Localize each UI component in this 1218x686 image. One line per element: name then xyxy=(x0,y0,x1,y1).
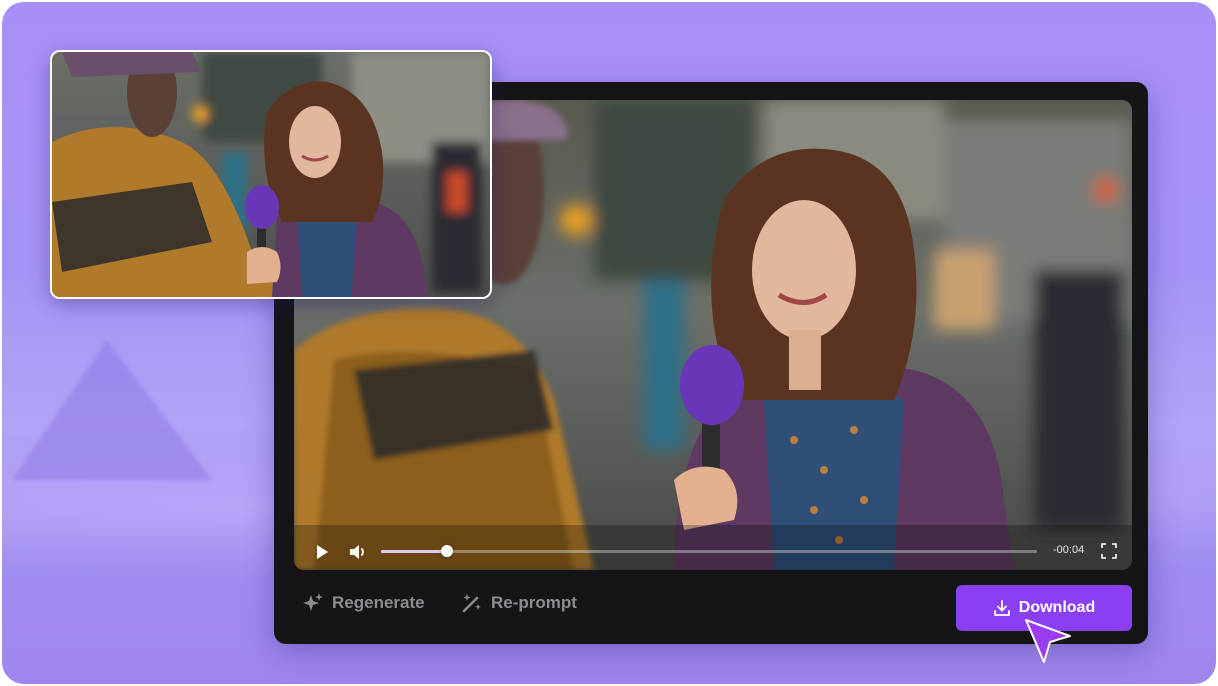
fullscreen-icon[interactable] xyxy=(1101,543,1117,559)
progress-slider[interactable] xyxy=(381,545,1037,557)
regenerate-label: Regenerate xyxy=(332,593,425,612)
progress-fill xyxy=(381,550,447,553)
play-icon[interactable] xyxy=(312,542,332,562)
progress-handle[interactable] xyxy=(440,545,453,557)
source-image-thumbnail xyxy=(50,50,492,299)
magic-wand-icon xyxy=(462,594,481,613)
promo-background: -00:04 Regenerate Re-prompt Download xyxy=(2,2,1216,684)
volume-icon[interactable] xyxy=(348,542,368,562)
video-controls-bar: -00:04 xyxy=(294,534,1132,570)
download-icon xyxy=(993,600,1010,616)
reprompt-label: Re-prompt xyxy=(491,593,577,612)
time-remaining: -00:04 xyxy=(1053,544,1085,556)
download-label: Download xyxy=(1018,599,1096,616)
regenerate-button[interactable]: Regenerate xyxy=(302,592,425,614)
thumbnail-scene-image xyxy=(52,52,490,297)
background-mountain xyxy=(12,340,212,480)
sparkle-icon xyxy=(303,593,323,611)
mouse-cursor-icon xyxy=(1025,619,1071,663)
reprompt-button[interactable]: Re-prompt xyxy=(461,592,577,614)
